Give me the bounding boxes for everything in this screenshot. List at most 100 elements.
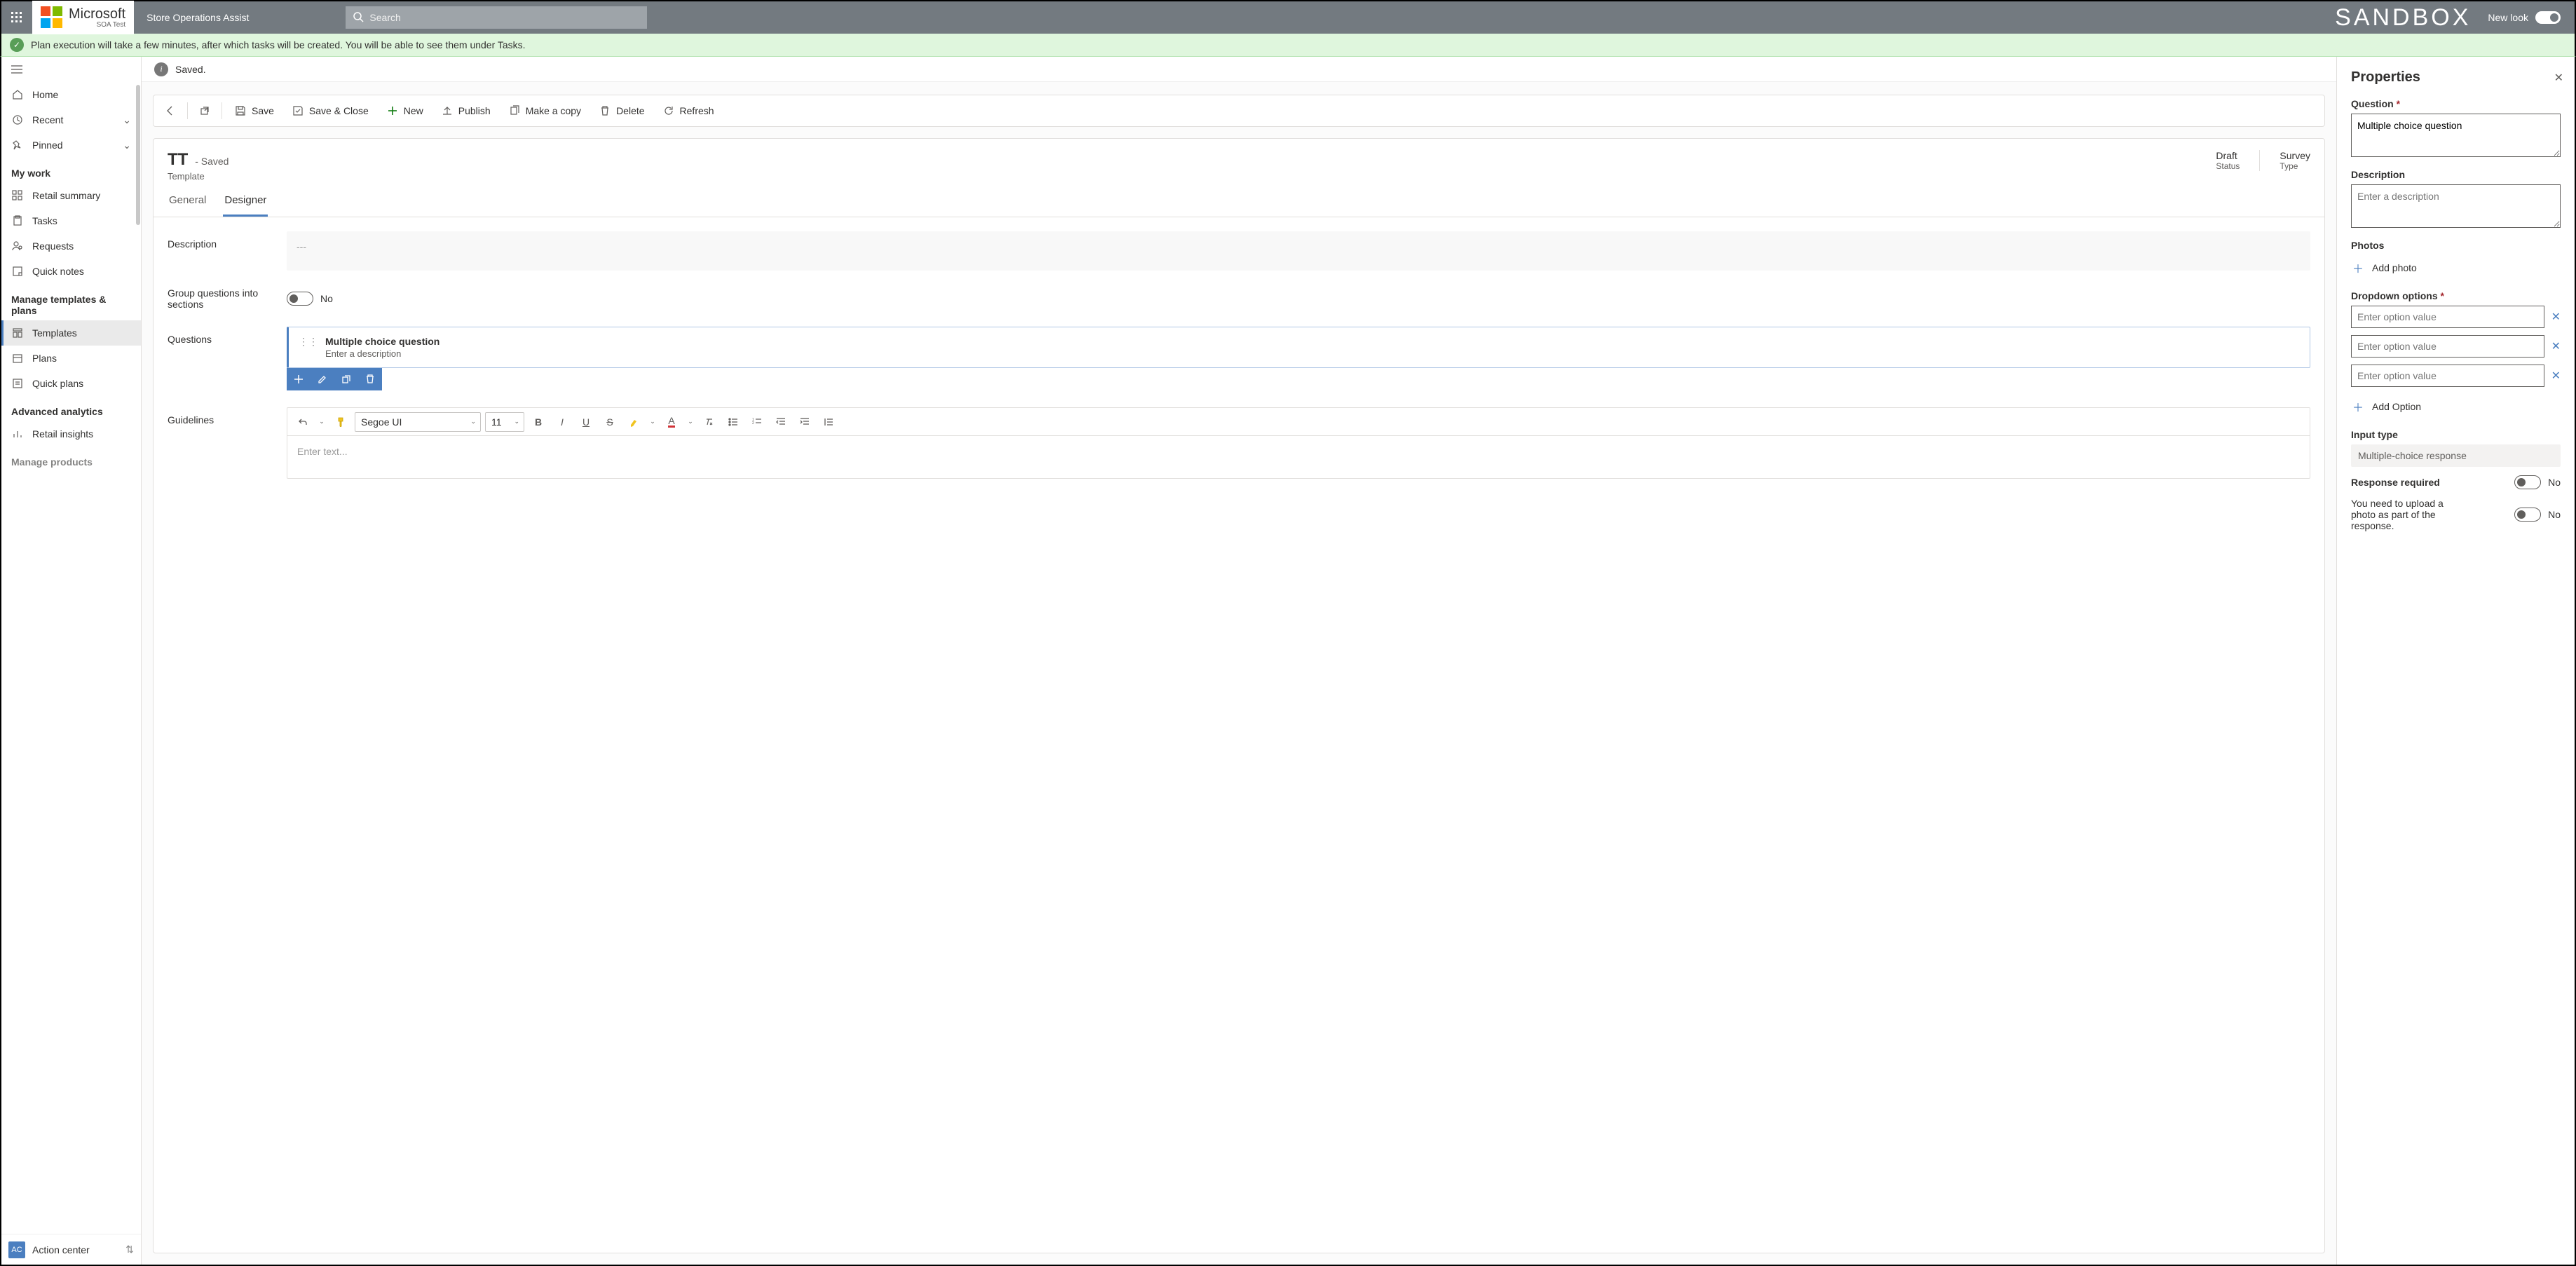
updown-icon: ⇅ bbox=[125, 1244, 134, 1255]
question-actions bbox=[287, 368, 382, 390]
save-close-button[interactable]: Save & Close bbox=[284, 99, 377, 123]
delete-button[interactable]: Delete bbox=[591, 99, 653, 123]
add-photo-button[interactable]: ＋Add photo bbox=[2351, 255, 2561, 280]
option-remove-3[interactable]: ✕ bbox=[2551, 369, 2561, 383]
chevron-down-icon: ⌄ bbox=[123, 139, 131, 151]
sidebar-item-tasks[interactable]: Tasks bbox=[1, 208, 141, 233]
back-button[interactable] bbox=[158, 99, 183, 123]
person-icon bbox=[11, 240, 24, 252]
trash-icon bbox=[599, 105, 611, 116]
bold-icon: B bbox=[535, 416, 542, 428]
rte-highlight-button[interactable] bbox=[624, 412, 643, 432]
sidebar-item-pinned[interactable]: Pinned ⌄ bbox=[1, 132, 141, 158]
upload-photo-toggle[interactable] bbox=[2514, 508, 2541, 522]
rte-blockquote-button[interactable] bbox=[819, 412, 838, 432]
option-input-2[interactable] bbox=[2351, 335, 2544, 358]
rte-outdent-button[interactable] bbox=[771, 412, 791, 432]
rte-underline-button[interactable]: U bbox=[576, 412, 596, 432]
new-look-toggle-group: New look bbox=[2488, 11, 2561, 24]
option-remove-2[interactable]: ✕ bbox=[2551, 339, 2561, 353]
plus-icon bbox=[294, 374, 304, 384]
question-description: Enter a description bbox=[325, 348, 439, 359]
rte-undo-button[interactable] bbox=[293, 412, 313, 432]
make-copy-button[interactable]: Make a copy bbox=[500, 99, 590, 123]
field-label-guidelines: Guidelines bbox=[168, 407, 287, 426]
save-button[interactable]: Save bbox=[226, 99, 282, 123]
group-sections-toggle[interactable] bbox=[287, 292, 313, 306]
question-copy-button[interactable] bbox=[334, 368, 358, 390]
rte-numbered-button[interactable]: 12 bbox=[747, 412, 767, 432]
rte-bullets-button[interactable] bbox=[723, 412, 743, 432]
search-input[interactable] bbox=[346, 6, 647, 29]
rte-size-select[interactable]: 11⌄ bbox=[485, 412, 524, 432]
tab-designer[interactable]: Designer bbox=[223, 194, 268, 217]
open-new-window-button[interactable] bbox=[192, 99, 217, 123]
sidebar-item-retail-insights[interactable]: Retail insights bbox=[1, 421, 141, 447]
add-option-button[interactable]: ＋Add Option bbox=[2351, 394, 2561, 419]
clear-format-icon bbox=[704, 417, 714, 427]
panel-description-input[interactable] bbox=[2351, 184, 2561, 228]
sidebar-item-quick-notes[interactable]: Quick notes bbox=[1, 259, 141, 284]
question-add-button[interactable] bbox=[287, 368, 311, 390]
new-button[interactable]: New bbox=[379, 99, 432, 123]
sidebar-item-label: Quick plans bbox=[32, 378, 83, 389]
rte-font-color-dropdown[interactable]: ⌄ bbox=[686, 412, 695, 432]
rte-undo-dropdown[interactable]: ⌄ bbox=[317, 412, 327, 432]
plus-icon bbox=[387, 105, 398, 116]
panel-question-input[interactable] bbox=[2351, 114, 2561, 157]
sidebar-item-templates[interactable]: Templates bbox=[1, 320, 141, 346]
sidebar-item-label: Tasks bbox=[32, 215, 57, 226]
sidebar-item-quick-plans[interactable]: Quick plans bbox=[1, 371, 141, 396]
field-label-description: Description bbox=[168, 231, 287, 250]
sidebar-collapse-button[interactable] bbox=[1, 57, 141, 82]
option-input-3[interactable] bbox=[2351, 365, 2544, 387]
rte-format-painter-button[interactable] bbox=[331, 412, 350, 432]
option-remove-1[interactable]: ✕ bbox=[2551, 310, 2561, 324]
sidebar-item-retail-summary[interactable]: Retail summary bbox=[1, 183, 141, 208]
header-field-status: DraftStatus bbox=[2216, 150, 2240, 171]
success-check-icon: ✓ bbox=[10, 38, 24, 52]
form-header: TT - Saved Template DraftStatus SurveyTy… bbox=[153, 138, 2325, 217]
sidebar-item-plans[interactable]: Plans bbox=[1, 346, 141, 371]
action-center-badge: AC bbox=[8, 1241, 25, 1258]
description-field[interactable]: --- bbox=[287, 231, 2310, 271]
rte-clear-format-button[interactable] bbox=[700, 412, 719, 432]
rte-textarea[interactable]: Enter text... bbox=[287, 436, 2310, 478]
sidebar-item-recent[interactable]: Recent ⌄ bbox=[1, 107, 141, 132]
publish-button[interactable]: Publish bbox=[433, 99, 499, 123]
rte-bold-button[interactable]: B bbox=[529, 412, 548, 432]
note-icon bbox=[11, 266, 24, 277]
panel-close-button[interactable]: ✕ bbox=[2554, 71, 2563, 85]
field-label-group: Group questions into sections bbox=[168, 287, 287, 310]
rte-highlight-dropdown[interactable]: ⌄ bbox=[648, 412, 657, 432]
drag-handle-icon[interactable]: ⋮⋮ bbox=[299, 336, 318, 348]
rte-font-color-button[interactable]: A bbox=[662, 412, 681, 432]
tab-general[interactable]: General bbox=[168, 194, 207, 217]
rte-indent-button[interactable] bbox=[795, 412, 815, 432]
rte-font-select[interactable]: Segoe UI⌄ bbox=[355, 412, 481, 432]
saved-bar: i Saved. bbox=[142, 57, 2336, 82]
option-input-1[interactable] bbox=[2351, 306, 2544, 328]
sidebar-scrollbar[interactable] bbox=[136, 85, 140, 225]
rte-strike-button[interactable]: S bbox=[600, 412, 620, 432]
rte-italic-button[interactable]: I bbox=[552, 412, 572, 432]
outdent-icon bbox=[776, 417, 786, 427]
grid-icon bbox=[11, 190, 24, 201]
app-launcher-button[interactable] bbox=[1, 1, 32, 34]
chevron-down-icon: ⌄ bbox=[470, 418, 476, 426]
refresh-button[interactable]: Refresh bbox=[655, 99, 723, 123]
question-delete-button[interactable] bbox=[358, 368, 382, 390]
sidebar-section-advanced-analytics: Advanced analytics bbox=[1, 396, 141, 421]
chevron-down-icon: ⌄ bbox=[319, 418, 325, 426]
sidebar-footer[interactable]: AC Action center ⇅ bbox=[1, 1234, 141, 1265]
question-edit-button[interactable] bbox=[311, 368, 334, 390]
sidebar-item-home[interactable]: Home bbox=[1, 82, 141, 107]
sidebar-item-requests[interactable]: Requests bbox=[1, 233, 141, 259]
question-card[interactable]: ⋮⋮ Multiple choice question Enter a desc… bbox=[287, 327, 2310, 368]
chevron-down-icon: ⌄ bbox=[688, 418, 693, 426]
response-required-toggle[interactable] bbox=[2514, 475, 2541, 489]
panel-description-label: Description bbox=[2351, 169, 2561, 180]
sidebar-item-label: Pinned bbox=[32, 139, 63, 151]
new-look-toggle[interactable] bbox=[2535, 11, 2561, 24]
field-label-questions: Questions bbox=[168, 327, 287, 345]
